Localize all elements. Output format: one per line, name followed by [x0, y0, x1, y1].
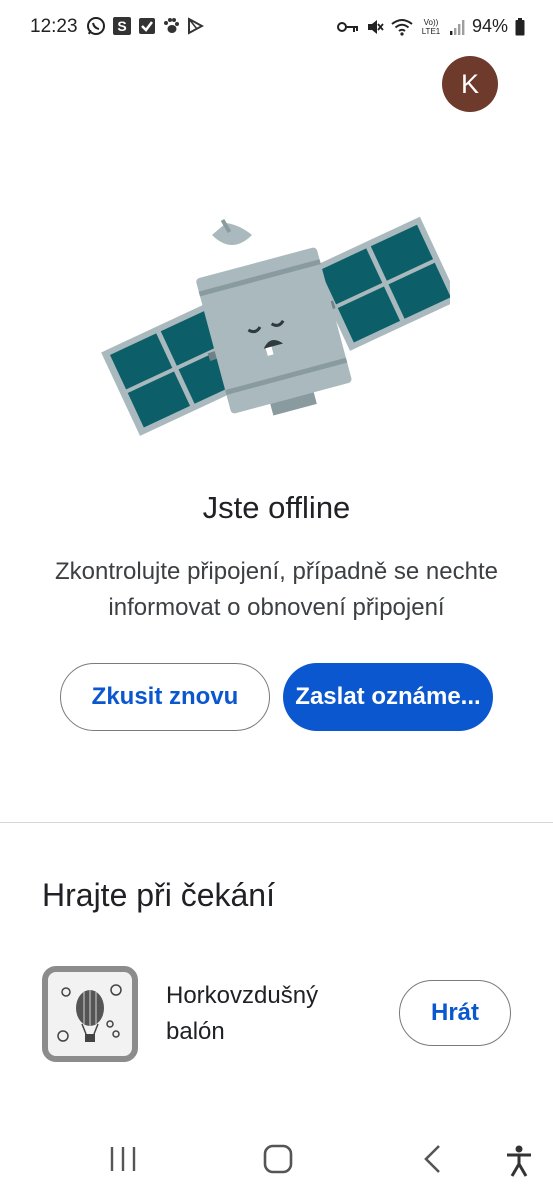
battery-percent: 94%	[471, 16, 508, 36]
wifi-icon	[391, 18, 413, 36]
whatsapp-icon	[87, 17, 105, 35]
play-store-icon	[188, 17, 204, 35]
status-bar: 12:23 S Vo)) LTE1 94%	[0, 0, 553, 56]
svg-text:S: S	[117, 18, 126, 34]
mute-icon	[367, 19, 384, 34]
signal-icon	[449, 19, 465, 35]
back-icon[interactable]	[420, 1144, 446, 1174]
paw-icon	[164, 18, 179, 33]
game-title[interactable]: Horkovzdušný balón	[166, 978, 366, 1050]
vpn-key-icon	[336, 21, 358, 32]
checkbox-icon	[139, 18, 155, 34]
notification-icons: S	[86, 16, 204, 36]
offline-description: Zkontrolujte připojení, případně se nech…	[55, 558, 498, 621]
hot-air-balloon-icon	[57, 984, 122, 1042]
status-time: 12:23	[30, 16, 78, 37]
home-icon[interactable]	[262, 1144, 294, 1174]
avatar-letter: K	[460, 68, 479, 99]
play-button[interactable]: Hrát	[399, 980, 511, 1046]
offline-satellite-illustration	[101, 216, 450, 436]
navigation-bar	[0, 1120, 553, 1200]
section-divider	[0, 822, 553, 823]
notify-button[interactable]: Zaslat oznáme...	[283, 663, 493, 731]
account-avatar[interactable]: K	[442, 56, 498, 112]
battery-icon	[515, 17, 525, 35]
accessibility-icon[interactable]	[504, 1144, 534, 1178]
game-thumbnail[interactable]	[42, 966, 138, 1062]
offline-title: Jste offline	[202, 490, 351, 525]
s-app-icon: S	[113, 17, 131, 35]
volte-indicator: Vo)) LTE1	[421, 17, 441, 36]
recent-apps-icon[interactable]	[106, 1144, 140, 1174]
system-status-icons: Vo)) LTE1 94%	[336, 16, 525, 37]
games-section-title: Hrajte při čekání	[42, 877, 275, 913]
retry-button[interactable]: Zkusit znovu	[60, 663, 270, 731]
